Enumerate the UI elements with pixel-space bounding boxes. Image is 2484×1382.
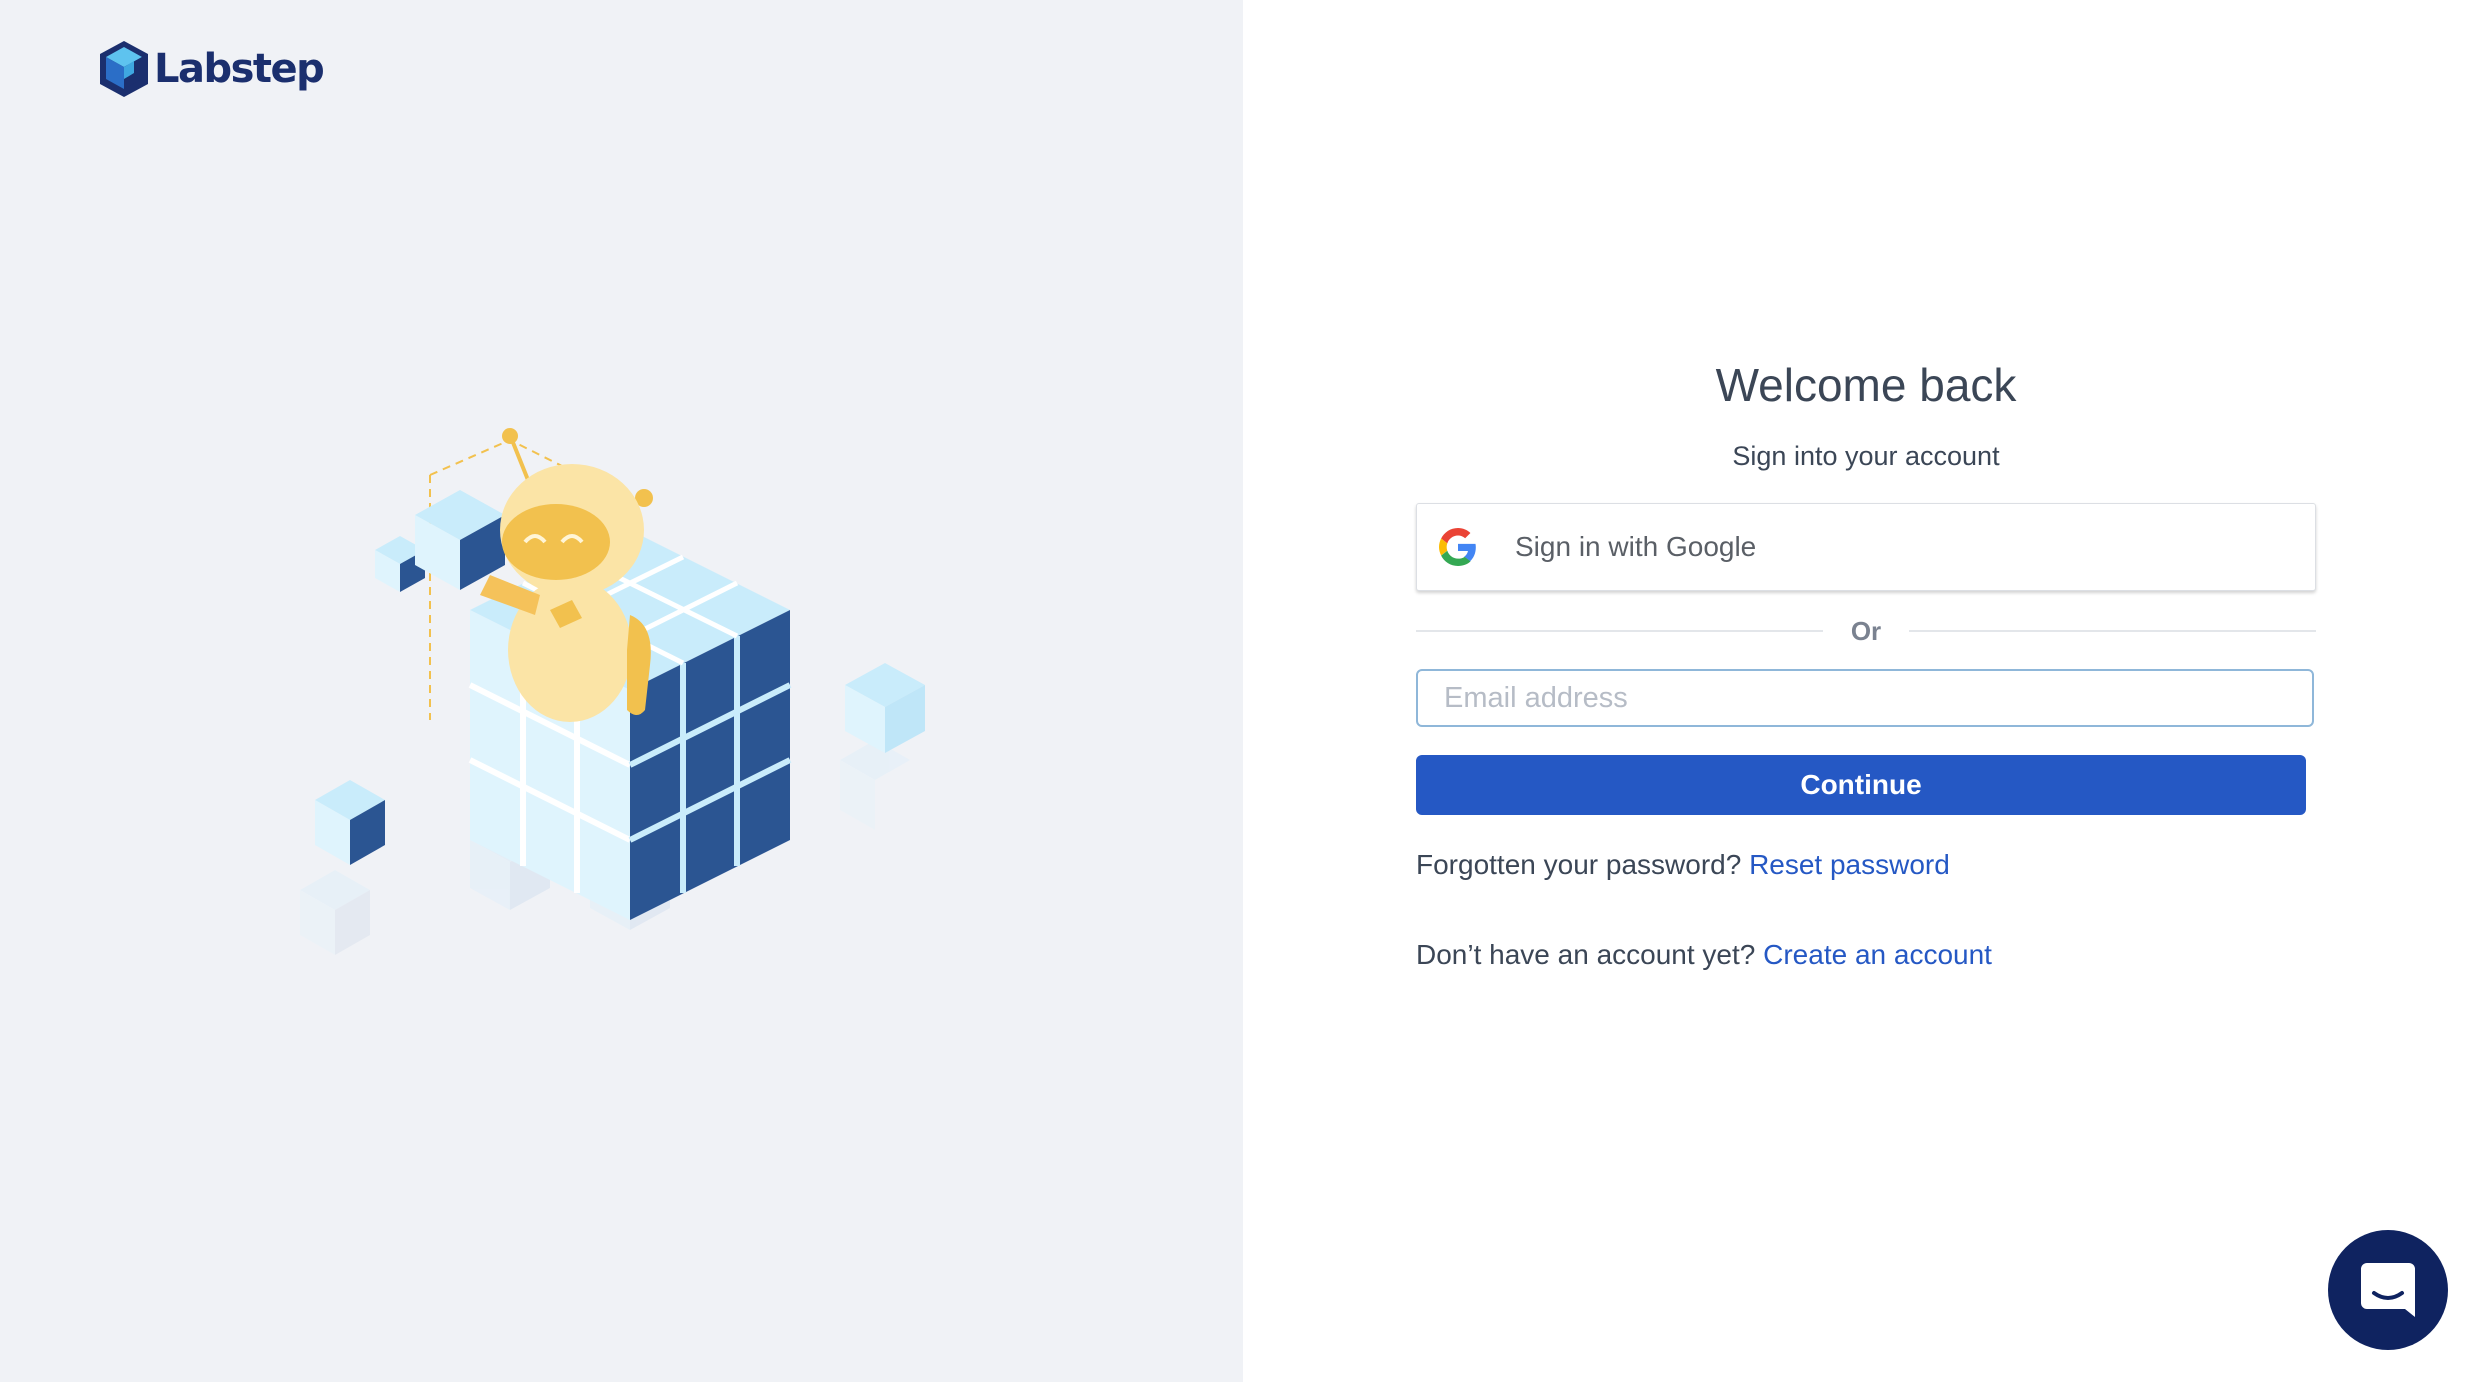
- google-icon: [1439, 528, 1476, 566]
- login-page: Labstep Welcome back Sign into your acco…: [0, 0, 2484, 1382]
- labstep-logo-icon: [100, 41, 148, 97]
- no-account-text: Don’t have an account yet?: [1416, 939, 1756, 970]
- google-sign-in-button[interactable]: Sign in with Google: [1416, 503, 2316, 591]
- divider-text: Or: [1850, 615, 1882, 646]
- forgot-password-text: Forgotten your password?: [1416, 849, 1742, 880]
- or-divider: Or: [1416, 611, 2316, 651]
- divider-line-right: [1909, 630, 2316, 632]
- chat-bubble-icon: [2361, 1263, 2415, 1317]
- forgot-password-row: Forgotten your password? Reset password: [1416, 845, 2316, 885]
- reset-password-link[interactable]: Reset password: [1749, 849, 1950, 880]
- page-title: Welcome back: [1715, 359, 2017, 411]
- email-field[interactable]: [1416, 669, 2314, 727]
- page-subtitle: Sign into your account: [1732, 441, 2000, 471]
- chat-launcher-button[interactable]: [2328, 1230, 2448, 1350]
- right-panel: Welcome back Sign into your account Sign…: [1243, 0, 2484, 1382]
- left-panel: Labstep: [0, 0, 1243, 1382]
- google-button-label: Sign in with Google: [1515, 531, 1757, 562]
- robot-on-cubes-illustration: [300, 428, 925, 955]
- login-form: Welcome back Sign into your account Sign…: [1416, 355, 2316, 975]
- continue-button[interactable]: Continue: [1416, 755, 2306, 815]
- brand-name: Labstep: [154, 46, 325, 92]
- create-account-row: Don’t have an account yet? Create an acc…: [1416, 935, 2316, 975]
- divider-line-left: [1416, 630, 1823, 632]
- create-account-link[interactable]: Create an account: [1763, 939, 1992, 970]
- brand-logo[interactable]: Labstep: [96, 38, 325, 100]
